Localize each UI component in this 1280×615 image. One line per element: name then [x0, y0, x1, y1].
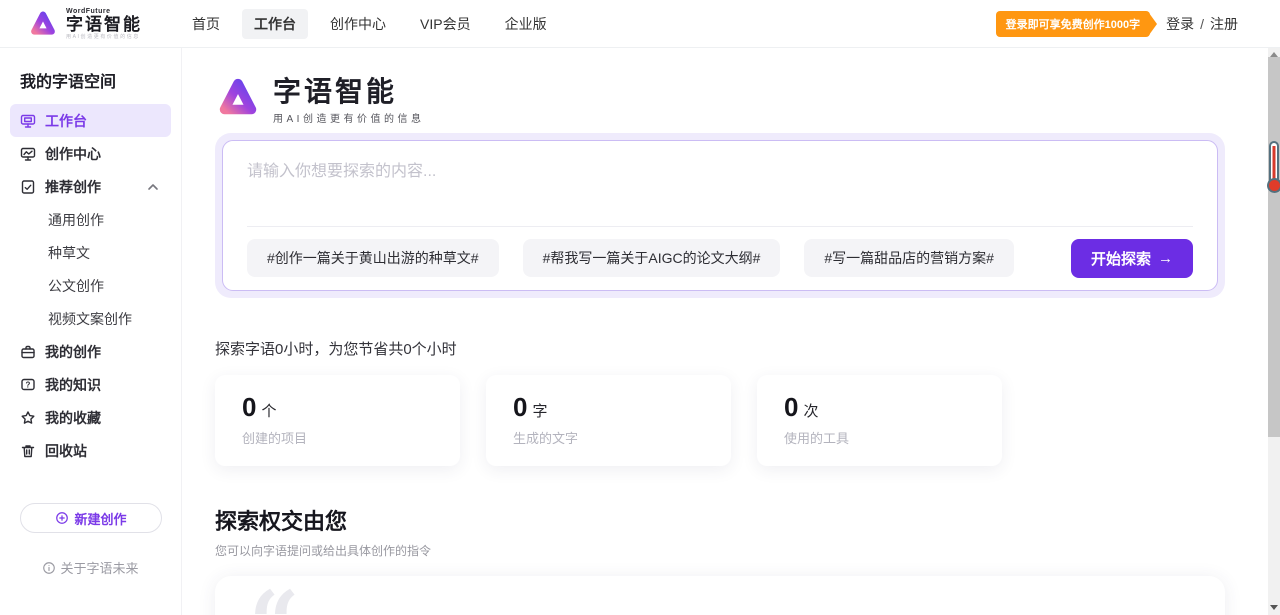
brand-mark: WordFuture: [66, 8, 142, 15]
stat-value: 0: [513, 392, 527, 423]
about-label: 关于字语未来: [60, 558, 138, 577]
sidebar-item-my-knowledge[interactable]: ? 我的知识: [10, 368, 171, 401]
example-card: “ 字语智能是什么? 嘿，帮我创作一篇北京出游攻略: [215, 576, 1225, 615]
sidebar-item-recycle-bin[interactable]: 回收站: [10, 434, 171, 467]
chevron-up-icon[interactable]: [145, 179, 161, 195]
sidebar-item-recommend[interactable]: 推荐创作: [10, 170, 171, 203]
brand-logo: WordFuture 字语智能 用AI创造更有价值的信息: [28, 8, 142, 40]
hero-header: 字语智能 用AI创造更有价值的信息: [215, 75, 1225, 125]
stat-label: 使用的工具: [784, 428, 975, 447]
thermometer-icon[interactable]: [1266, 141, 1280, 193]
sidebar-item-label: 创作中心: [45, 144, 101, 164]
brand-tagline: 用AI创造更有价值的信息: [66, 35, 142, 40]
suggestion-tag-dessert[interactable]: #写一篇甜品店的营销方案#: [804, 239, 1014, 277]
suggestion-tags-row: #创作一篇关于黄山出游的种草文# #帮我写一篇关于AIGC的论文大纲# #写一篇…: [247, 239, 1193, 278]
stats-row: 0 个 创建的项目 0 字 生成的文字 0 次: [215, 375, 1225, 466]
sidebar-item-label: 我的收藏: [45, 408, 101, 428]
star-icon: [20, 410, 36, 426]
sidebar-title: 我的字语空间: [0, 68, 181, 92]
arrow-right-icon: →: [1158, 250, 1173, 267]
sidebar-item-creation-center[interactable]: 创作中心: [10, 137, 171, 170]
stat-card-words: 0 字 生成的文字: [486, 375, 731, 466]
briefcase-icon: [20, 344, 36, 360]
vertical-scrollbar[interactable]: [1268, 48, 1280, 615]
suggestion-tag-huangshan[interactable]: #创作一篇关于黄山出游的种草文#: [247, 239, 499, 277]
stat-label: 创建的项目: [242, 428, 433, 447]
app-window: WordFuture 字语智能 用AI创造更有价值的信息 首页 工作台 创作中心…: [0, 0, 1280, 615]
nav-menu: 首页 工作台 创作中心 VIP会员 企业版: [180, 9, 559, 39]
page-body: 我的字语空间 工作台 创作中心 推荐创作: [0, 48, 1280, 615]
suggestion-tag-aigc[interactable]: #帮我写一篇关于AIGC的论文大纲#: [523, 239, 781, 277]
login-link[interactable]: 登录: [1166, 14, 1194, 34]
register-link[interactable]: 注册: [1210, 14, 1238, 34]
stat-card-tools: 0 次 使用的工具: [757, 375, 1002, 466]
promo-badge[interactable]: 登录即可享免费创作1000字: [996, 11, 1150, 37]
info-icon: [42, 561, 56, 575]
stat-unit: 次: [803, 400, 818, 421]
search-card: #创作一篇关于黄山出游的种草文# #帮我写一篇关于AIGC的论文大纲# #写一篇…: [222, 140, 1218, 291]
quote-icon: “: [249, 584, 294, 615]
trash-icon: [20, 443, 36, 459]
main-content: 字语智能 用AI创造更有价值的信息 #创作一篇关于黄山出游的种草文# #帮我写一…: [182, 48, 1280, 615]
sidebar-item-my-creation[interactable]: 我的创作: [10, 335, 171, 368]
stats-summary: 探索字语0小时，为您节省共0个小时: [215, 338, 1225, 359]
start-explore-button[interactable]: 开始探索 →: [1071, 239, 1193, 278]
start-explore-label: 开始探索: [1091, 248, 1151, 269]
sidebar-item-label: 我的知识: [45, 375, 101, 395]
new-creation-button[interactable]: 新建创作: [20, 503, 162, 533]
explore-section-subtitle: 您可以向字语提问或给出具体创作的指令: [215, 542, 1225, 559]
sidebar-item-label: 工作台: [45, 111, 87, 131]
nav-item-vip[interactable]: VIP会员: [408, 9, 483, 39]
search-divider: [247, 226, 1193, 227]
plus-circle-icon: [55, 511, 69, 525]
sidebar-subitem-general[interactable]: 通用创作: [0, 203, 181, 236]
search-input[interactable]: [247, 157, 1193, 219]
auth-separator: /: [1200, 16, 1204, 32]
creation-center-icon: [20, 146, 36, 162]
sidebar-item-favorites[interactable]: 我的收藏: [10, 401, 171, 434]
auth-links: 登录 / 注册: [1166, 14, 1238, 34]
nav-item-enterprise[interactable]: 企业版: [493, 9, 559, 39]
recommend-icon: [20, 179, 36, 195]
hero-triangle-icon: [215, 75, 261, 121]
search-panel: #创作一篇关于黄山出游的种草文# #帮我写一篇关于AIGC的论文大纲# #写一篇…: [215, 133, 1225, 298]
sidebar: 我的字语空间 工作台 创作中心 推荐创作: [0, 48, 182, 615]
brand-name: 字语智能: [66, 16, 142, 33]
stat-value: 0: [784, 392, 798, 423]
explore-section-title: 探索权交由您: [215, 504, 1225, 536]
stat-unit: 字: [532, 400, 547, 421]
hero-text: 字语智能 用AI创造更有价值的信息: [273, 75, 424, 125]
stat-card-projects: 0 个 创建的项目: [215, 375, 460, 466]
stat-label: 生成的文字: [513, 428, 704, 447]
about-link[interactable]: 关于字语未来: [0, 558, 181, 577]
sidebar-item-label: 推荐创作: [45, 177, 101, 197]
nav-item-creation-center[interactable]: 创作中心: [318, 9, 398, 39]
sidebar-subitem-video-copy[interactable]: 视频文案创作: [0, 302, 181, 335]
scrollbar-thumb[interactable]: [1268, 57, 1280, 437]
workbench-icon: [20, 113, 36, 129]
hero-title: 字语智能: [273, 75, 424, 109]
nav-right: 登录即可享免费创作1000字 登录 / 注册: [996, 11, 1238, 37]
sidebar-item-label: 我的创作: [45, 342, 101, 362]
svg-text:?: ?: [26, 380, 31, 389]
sidebar-subitem-seeding[interactable]: 种草文: [0, 236, 181, 269]
brand-text: WordFuture 字语智能 用AI创造更有价值的信息: [66, 8, 142, 40]
stat-unit: 个: [261, 400, 276, 421]
new-creation-label: 新建创作: [74, 509, 126, 528]
sidebar-subitem-official[interactable]: 公文创作: [0, 269, 181, 302]
knowledge-icon: ?: [20, 377, 36, 393]
nav-item-workbench[interactable]: 工作台: [242, 9, 308, 39]
top-navbar: WordFuture 字语智能 用AI创造更有价值的信息 首页 工作台 创作中心…: [0, 0, 1280, 48]
nav-item-home[interactable]: 首页: [180, 9, 232, 39]
brand-triangle-icon: [28, 9, 58, 39]
scroll-down-arrow-icon[interactable]: [1268, 601, 1280, 613]
sidebar-item-label: 回收站: [45, 441, 87, 461]
hero-tagline: 用AI创造更有价值的信息: [273, 110, 424, 125]
sidebar-item-workbench[interactable]: 工作台: [10, 104, 171, 137]
stat-value: 0: [242, 392, 256, 423]
